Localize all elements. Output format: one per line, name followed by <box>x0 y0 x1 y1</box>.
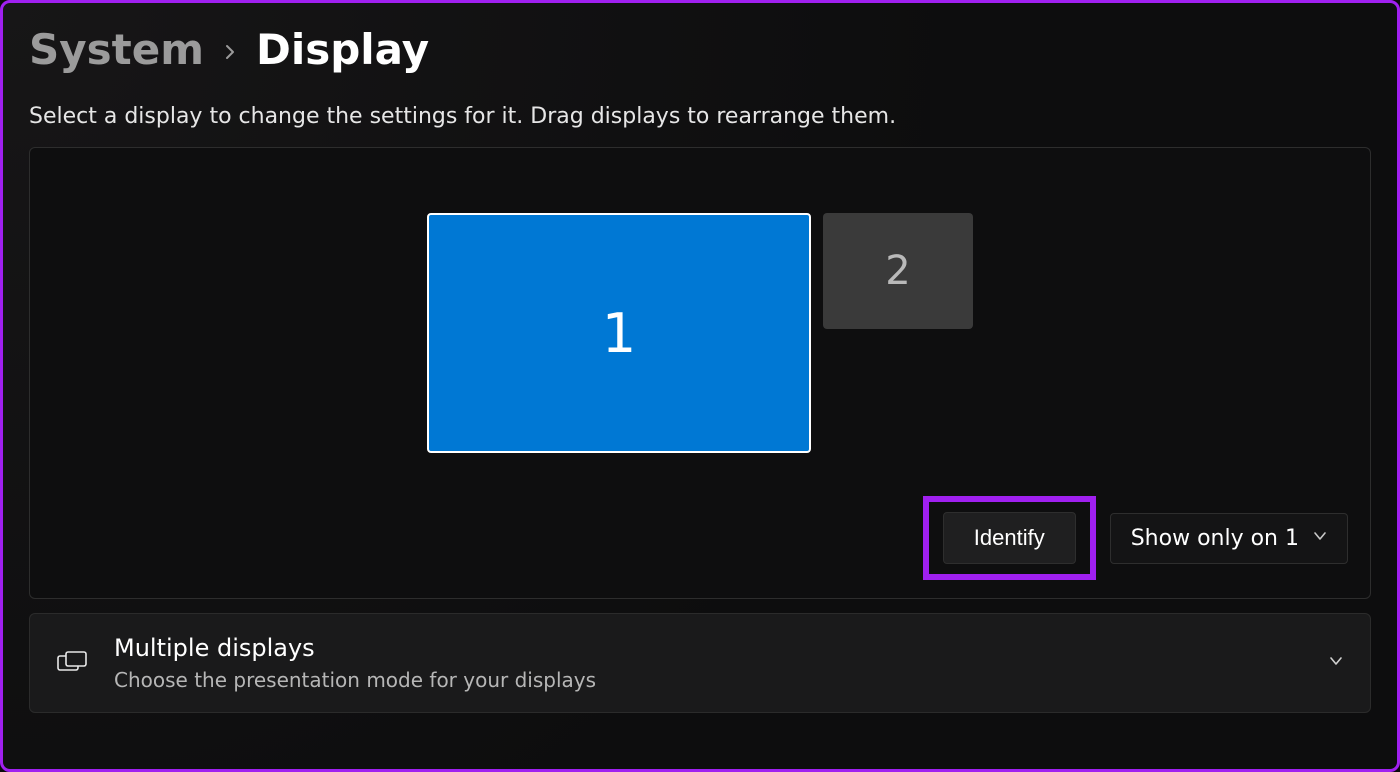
multiple-displays-subtitle: Choose the presentation mode for your di… <box>114 668 1302 692</box>
breadcrumb-parent[interactable]: System <box>29 25 204 74</box>
breadcrumb: System Display <box>29 25 1371 74</box>
settings-display-page: System Display Select a display to chang… <box>0 0 1400 772</box>
displays-canvas[interactable]: 1 2 <box>30 148 1370 508</box>
annotation-highlight: Identify <box>923 496 1096 580</box>
identify-button[interactable]: Identify <box>943 512 1076 564</box>
projection-mode-selected: Show only on 1 <box>1131 526 1299 551</box>
multiple-displays-expander[interactable]: Multiple displays Choose the presentatio… <box>29 613 1371 713</box>
chevron-down-icon <box>1328 653 1344 673</box>
display-tile-1[interactable]: 1 <box>427 213 811 453</box>
display-arrangement-area[interactable]: 1 2 Identify Show only on 1 <box>29 147 1371 599</box>
chevron-right-icon <box>222 34 238 67</box>
multiple-displays-icon <box>56 647 88 679</box>
projection-mode-dropdown[interactable]: Show only on 1 <box>1110 513 1348 564</box>
multiple-displays-text: Multiple displays Choose the presentatio… <box>114 634 1302 692</box>
arrangement-actions: Identify Show only on 1 <box>923 496 1348 580</box>
display-arrange-instruction: Select a display to change the settings … <box>29 104 1371 129</box>
chevron-down-icon <box>1313 529 1327 547</box>
breadcrumb-current: Display <box>256 25 429 74</box>
multiple-displays-title: Multiple displays <box>114 634 1302 662</box>
display-tile-2[interactable]: 2 <box>823 213 973 329</box>
